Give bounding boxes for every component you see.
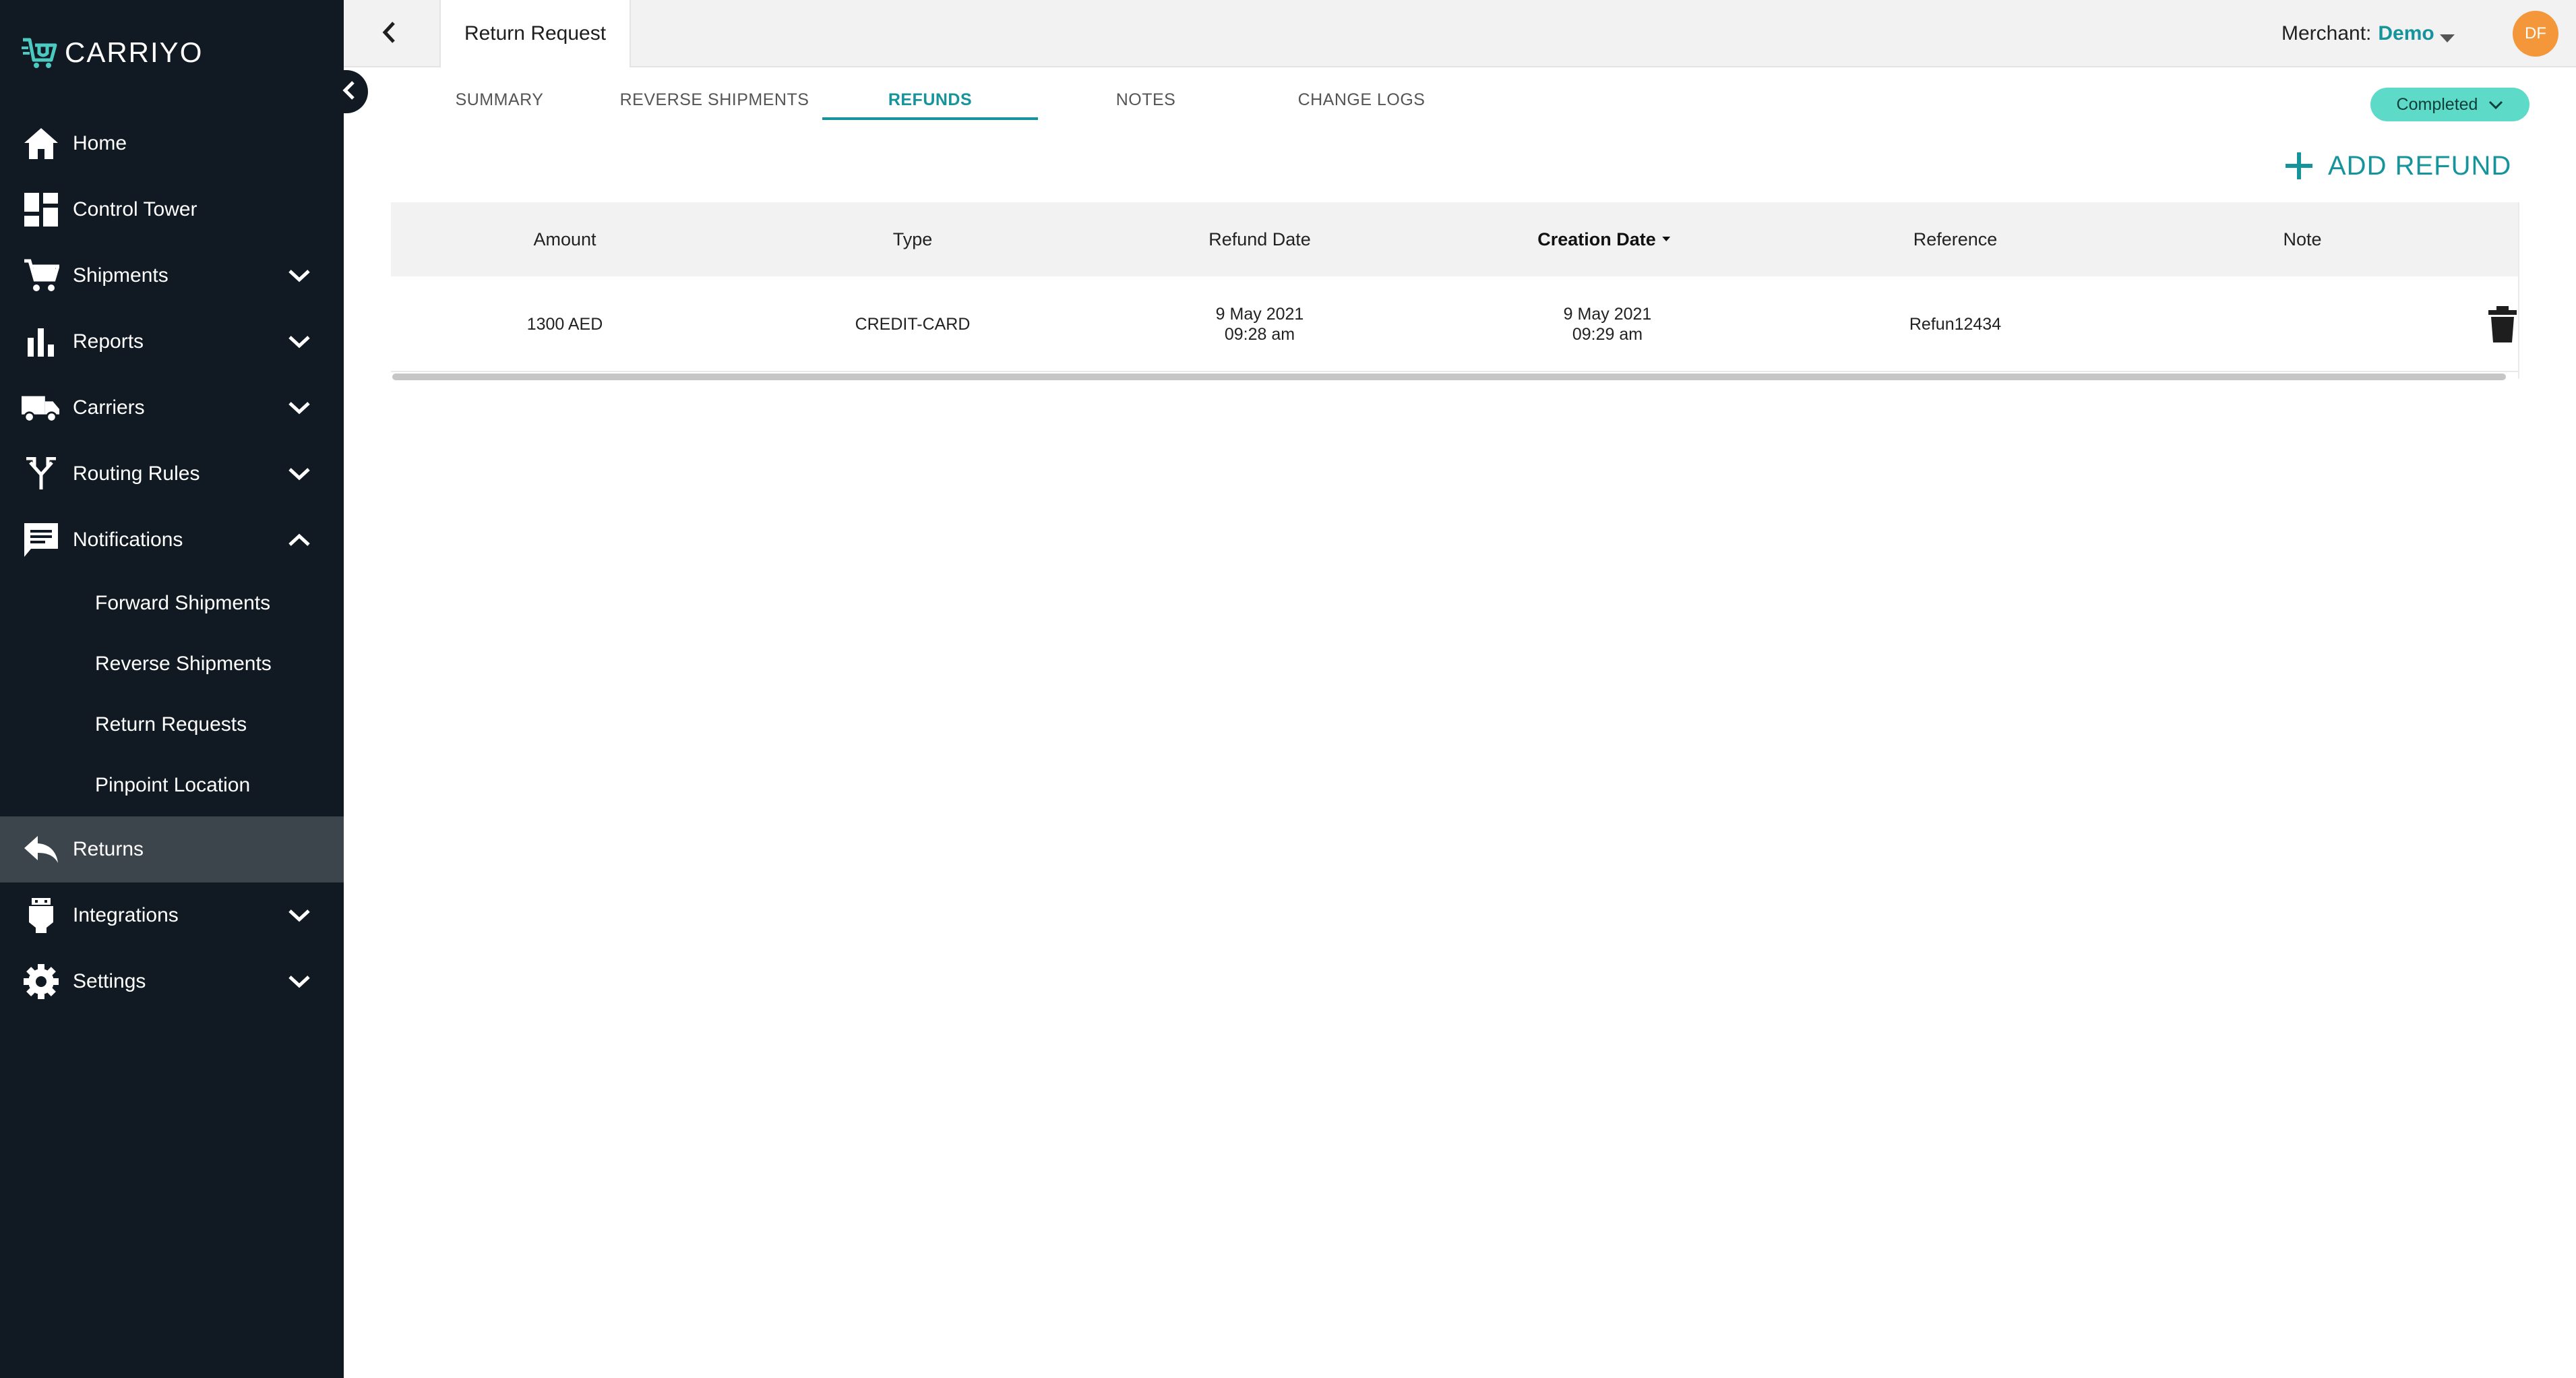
fork-icon bbox=[22, 454, 61, 493]
column-header-label: Creation Date bbox=[1537, 229, 1656, 249]
sidebar-subitem-label: Pinpoint Location bbox=[95, 774, 251, 796]
cell-type: CREDIT-CARD bbox=[855, 315, 971, 334]
chevron-down-icon[interactable] bbox=[283, 965, 315, 998]
sidebar-item-reports[interactable]: Reports bbox=[0, 309, 344, 375]
sidebar-item-carriers[interactable]: Carriers bbox=[0, 375, 344, 441]
creation-time: 09:29 am bbox=[1572, 325, 1643, 344]
column-header-creation-date[interactable]: Creation Date bbox=[1537, 202, 1671, 276]
delete-refund-button[interactable] bbox=[2487, 305, 2518, 344]
bar-chart-icon bbox=[22, 322, 61, 361]
active-tab-indicator bbox=[822, 117, 1038, 120]
column-header-note[interactable]: Note bbox=[2283, 202, 2321, 276]
sidebar-subitem-forward-shipments[interactable]: Forward Shipments bbox=[0, 573, 344, 634]
gear-icon bbox=[22, 962, 61, 1001]
back-button[interactable] bbox=[373, 18, 406, 50]
status-label: Completed bbox=[2396, 94, 2478, 114]
sidebar-item-label: Control Tower bbox=[73, 198, 197, 220]
cell-refund-date: 9 May 2021 09:28 am bbox=[1216, 276, 1304, 372]
collapse-sidebar-button[interactable] bbox=[330, 70, 368, 113]
dashboard-icon bbox=[22, 190, 61, 229]
sidebar-item-label: Returns bbox=[73, 838, 144, 860]
sidebar-item-label: Integrations bbox=[73, 904, 179, 926]
chevron-left-icon bbox=[341, 80, 357, 104]
plug-icon bbox=[22, 896, 61, 935]
trash-icon bbox=[2487, 306, 2518, 347]
logo[interactable]: CARRIYO bbox=[20, 32, 203, 73]
chevron-left-icon bbox=[381, 21, 398, 47]
tab-change-logs[interactable]: CHANGE LOGS bbox=[1281, 80, 1442, 120]
page-tab-return-request[interactable]: Return Request bbox=[439, 0, 631, 67]
sidebar-item-notifications[interactable]: Notifications bbox=[0, 507, 344, 573]
sidebar-item-integrations[interactable]: Integrations bbox=[0, 882, 344, 949]
merchant-label: Merchant: bbox=[2281, 22, 2372, 44]
merchant-selector[interactable]: Merchant: Demo bbox=[2281, 19, 2456, 49]
chevron-down-icon[interactable] bbox=[283, 392, 315, 424]
truck-icon bbox=[22, 388, 61, 427]
sidebar-item-settings[interactable]: Settings bbox=[0, 949, 344, 1015]
cell-creation-date: 9 May 2021 09:29 am bbox=[1564, 276, 1652, 372]
refund-date: 9 May 2021 bbox=[1215, 305, 1304, 324]
sidebar-item-shipments[interactable]: Shipments bbox=[0, 243, 344, 309]
table-row: 1300 AED CREDIT-CARD 9 May 2021 09:28 am… bbox=[391, 276, 2519, 372]
sidebar-subitem-label: Return Requests bbox=[95, 713, 247, 736]
sidebar-item-label: Reports bbox=[73, 330, 144, 353]
plus-icon bbox=[2282, 149, 2316, 183]
chevron-up-icon[interactable] bbox=[283, 524, 315, 556]
carriyo-logo-icon bbox=[20, 32, 59, 74]
chevron-down-icon[interactable] bbox=[283, 899, 315, 932]
cart-icon bbox=[22, 256, 61, 295]
message-icon bbox=[22, 520, 61, 560]
caret-down-icon bbox=[2439, 26, 2456, 49]
tab-refunds[interactable]: REFUNDS bbox=[836, 80, 1024, 120]
top-bar: Return Request Merchant: Demo DF bbox=[344, 0, 2576, 67]
horizontal-scrollbar[interactable] bbox=[392, 373, 2506, 380]
merchant-value: Demo bbox=[2378, 22, 2434, 44]
table-border bbox=[2518, 202, 2519, 379]
cell-reference: Refun12434 bbox=[1909, 315, 2002, 334]
logo-text: CARRIYO bbox=[65, 36, 204, 68]
chevron-down-icon bbox=[2488, 95, 2503, 115]
sidebar-item-returns[interactable]: Returns bbox=[0, 816, 344, 882]
sidebar-subitem-reverse-shipments[interactable]: Reverse Shipments bbox=[0, 634, 344, 694]
sidebar-subitem-return-requests[interactable]: Return Requests bbox=[0, 694, 344, 755]
column-header-reference[interactable]: Reference bbox=[1913, 202, 1998, 276]
sidebar-item-label: Notifications bbox=[73, 529, 183, 551]
sidebar-item-label: Shipments bbox=[73, 264, 168, 287]
sidebar-item-label: Settings bbox=[73, 970, 146, 992]
status-dropdown[interactable]: Completed bbox=[2370, 88, 2529, 121]
chevron-down-icon[interactable] bbox=[283, 458, 315, 490]
sidebar-item-control-tower[interactable]: Control Tower bbox=[0, 177, 344, 243]
chevron-down-icon[interactable] bbox=[283, 260, 315, 292]
column-header-refund-date[interactable]: Refund Date bbox=[1208, 202, 1311, 276]
creation-date: 9 May 2021 bbox=[1563, 305, 1652, 324]
sidebar-subitem-label: Reverse Shipments bbox=[95, 653, 272, 675]
sidebar-subitem-label: Forward Shipments bbox=[95, 592, 271, 614]
home-icon bbox=[22, 124, 61, 163]
avatar[interactable]: DF bbox=[2513, 11, 2558, 57]
sidebar-item-label: Carriers bbox=[73, 396, 145, 419]
tab-summary[interactable]: SUMMARY bbox=[432, 80, 567, 120]
sidebar-item-label: Routing Rules bbox=[73, 462, 200, 485]
column-header-type[interactable]: Type bbox=[893, 202, 933, 276]
refund-time: 09:28 am bbox=[1224, 325, 1295, 344]
sidebar: CARRIYO Home Control Tower Shipments Rep… bbox=[0, 0, 344, 1378]
column-header-amount[interactable]: Amount bbox=[533, 202, 596, 276]
add-refund-button[interactable]: ADD REFUND bbox=[2282, 146, 2511, 186]
tab-reverse-shipments[interactable]: REVERSE SHIPMENTS bbox=[613, 80, 816, 120]
sidebar-item-label: Home bbox=[73, 132, 127, 154]
sort-desc-icon bbox=[1661, 236, 1671, 243]
tab-notes[interactable]: NOTES bbox=[1078, 80, 1213, 120]
cell-amount: 1300 AED bbox=[526, 315, 603, 334]
sidebar-item-routing-rules[interactable]: Routing Rules bbox=[0, 441, 344, 507]
sidebar-item-home[interactable]: Home bbox=[0, 111, 344, 177]
reply-icon bbox=[22, 830, 61, 869]
add-refund-label: ADD REFUND bbox=[2328, 150, 2512, 181]
sidebar-subitem-pinpoint-location[interactable]: Pinpoint Location bbox=[0, 755, 344, 816]
chevron-down-icon[interactable] bbox=[283, 326, 315, 358]
refunds-table-header: Amount Type Refund Date Creation Date Re… bbox=[391, 202, 2519, 276]
